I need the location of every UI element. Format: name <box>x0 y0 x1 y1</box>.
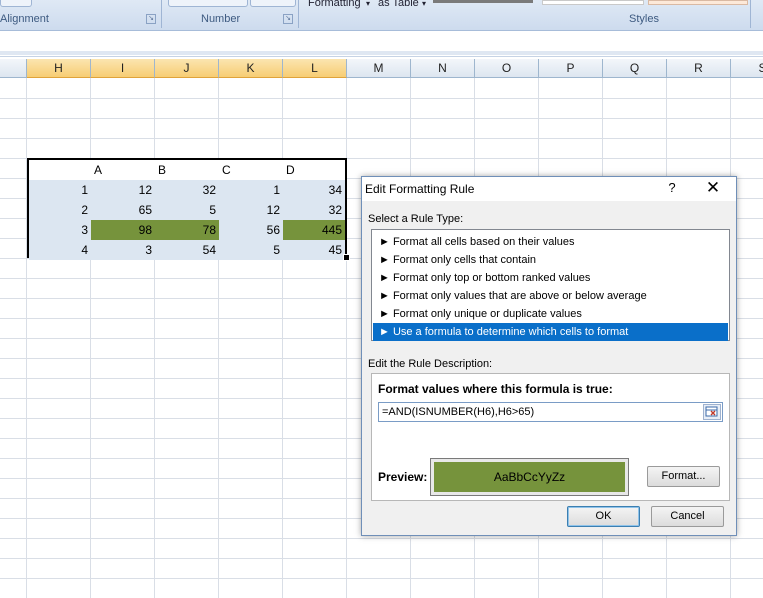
table-header-cell[interactable]: C <box>219 160 283 180</box>
table-header-cell[interactable]: A <box>91 160 155 180</box>
range-selector-button[interactable] <box>703 404 721 420</box>
ribbon-button[interactable] <box>0 0 32 7</box>
column-header-q[interactable]: Q <box>603 59 667 78</box>
table-cell[interactable]: 5 <box>219 240 283 260</box>
table-cell[interactable]: 65 <box>91 200 155 220</box>
dialog-title: Edit Formatting Rule <box>365 182 475 196</box>
table-cell[interactable]: 32 <box>155 180 219 200</box>
table-header-cell[interactable]: D <box>283 160 345 180</box>
grid-row-line <box>0 558 763 559</box>
grid-row-line <box>0 138 763 139</box>
rule-type-item[interactable]: ► Format only values that are above or b… <box>373 287 728 305</box>
column-header-r[interactable]: R <box>667 59 731 78</box>
grid-row-line <box>0 538 763 539</box>
table-cell[interactable]: 56 <box>219 220 283 240</box>
table-row-label[interactable]: 3 <box>29 220 91 240</box>
data-table: A B C D 1 12 32 1 34 2 65 5 12 32 3 98 7… <box>27 158 347 260</box>
column-header-n[interactable]: N <box>411 59 475 78</box>
cell-style-swatch[interactable] <box>542 0 644 5</box>
table-cell[interactable]: 1 <box>219 180 283 200</box>
column-header-i[interactable]: I <box>91 59 155 78</box>
table-cell-highlighted[interactable]: 98 <box>91 220 155 240</box>
table-row-label[interactable]: 4 <box>29 240 91 260</box>
dialog-launcher-icon[interactable]: ↘ <box>146 14 156 24</box>
rule-type-item[interactable]: ► Format only top or bottom ranked value… <box>373 269 728 287</box>
column-header-m[interactable]: M <box>347 59 411 78</box>
ribbon: Formatting ▾ as Table ▾ Alignment ↘ Numb… <box>0 0 763 31</box>
cancel-button[interactable]: Cancel <box>651 506 724 527</box>
edit-formatting-rule-dialog: Edit Formatting Rule ? ✕ Select a Rule T… <box>361 176 737 536</box>
ok-button[interactable]: OK <box>567 506 640 527</box>
table-corner-cell[interactable] <box>29 160 91 180</box>
group-label-number: Number <box>201 13 241 25</box>
close-icon[interactable]: ✕ <box>702 178 724 198</box>
table-row-label[interactable]: 2 <box>29 200 91 220</box>
rule-type-list[interactable]: ► Format all cells based on their values… <box>371 229 730 341</box>
table-cell[interactable]: 32 <box>283 200 345 220</box>
rule-type-item[interactable]: ► Format only unique or duplicate values <box>373 305 728 323</box>
dialog-titlebar[interactable]: Edit Formatting Rule ? ✕ <box>362 177 736 201</box>
column-header-j[interactable]: J <box>155 59 219 78</box>
table-row-label[interactable]: 1 <box>29 180 91 200</box>
rule-type-item[interactable]: ► Format only cells that contain <box>373 251 728 269</box>
table-cell[interactable]: 54 <box>155 240 219 260</box>
column-header-l[interactable]: L <box>283 59 347 78</box>
rule-type-item-selected[interactable]: ► Use a formula to determine which cells… <box>373 323 728 341</box>
edit-rule-description-label: Edit the Rule Description: <box>368 358 493 370</box>
column-header-k[interactable]: K <box>219 59 283 78</box>
table-cell[interactable]: 12 <box>219 200 283 220</box>
help-icon[interactable]: ? <box>664 180 680 195</box>
table-cell[interactable]: 34 <box>283 180 345 200</box>
fill-handle[interactable] <box>343 254 350 261</box>
group-label-styles: Styles <box>629 13 659 25</box>
grid-row-line <box>0 118 763 119</box>
group-separator <box>161 0 162 28</box>
dropdown-arrow-icon[interactable]: ▾ <box>366 0 370 8</box>
formula-input[interactable]: =AND(ISNUMBER(H6),H6>65) <box>378 402 723 422</box>
preview-label: Preview: <box>378 470 428 484</box>
formula-bar-divider <box>0 51 763 55</box>
rule-description-panel: Format values where this formula is true… <box>371 373 730 501</box>
format-button[interactable]: Format... <box>647 466 720 487</box>
rule-type-item[interactable]: ► Format all cells based on their values <box>373 233 728 251</box>
range-selector-icon <box>705 406 718 417</box>
table-cell[interactable]: 3 <box>91 240 155 260</box>
formula-condition-label: Format values where this formula is true… <box>378 382 613 396</box>
cell-style-swatch[interactable] <box>433 0 533 3</box>
ribbon-button[interactable] <box>168 0 248 7</box>
column-header-o[interactable]: O <box>475 59 539 78</box>
column-header-h[interactable]: H <box>27 59 91 78</box>
format-as-table-label[interactable]: as Table <box>378 0 419 9</box>
cell-style-swatch[interactable] <box>648 0 748 5</box>
select-rule-type-label: Select a Rule Type: <box>368 213 464 225</box>
preview-box: AaBbCcYyZz <box>430 458 629 496</box>
select-all-corner[interactable] <box>0 59 27 78</box>
column-header-s[interactable]: S <box>731 59 763 78</box>
table-cell[interactable]: 45 <box>283 240 345 260</box>
table-cell-highlighted[interactable]: 78 <box>155 220 219 240</box>
grid-row-line <box>0 98 763 99</box>
table-cell-highlighted[interactable]: 445 <box>283 220 345 240</box>
group-label-alignment: Alignment <box>0 13 49 25</box>
table-header-cell[interactable]: B <box>155 160 219 180</box>
group-separator <box>298 0 299 28</box>
dialog-launcher-icon[interactable]: ↘ <box>283 14 293 24</box>
ribbon-button[interactable] <box>250 0 296 7</box>
formula-input-value: =AND(ISNUMBER(H6),H6>65) <box>382 406 535 418</box>
dropdown-arrow-icon[interactable]: ▾ <box>422 0 426 8</box>
grid-row-line <box>0 578 763 579</box>
conditional-formatting-label[interactable]: Formatting <box>308 0 361 9</box>
column-header-p[interactable]: P <box>539 59 603 78</box>
preview-sample: AaBbCcYyZz <box>434 462 625 492</box>
group-separator <box>750 0 751 28</box>
table-cell[interactable]: 5 <box>155 200 219 220</box>
table-cell[interactable]: 12 <box>91 180 155 200</box>
